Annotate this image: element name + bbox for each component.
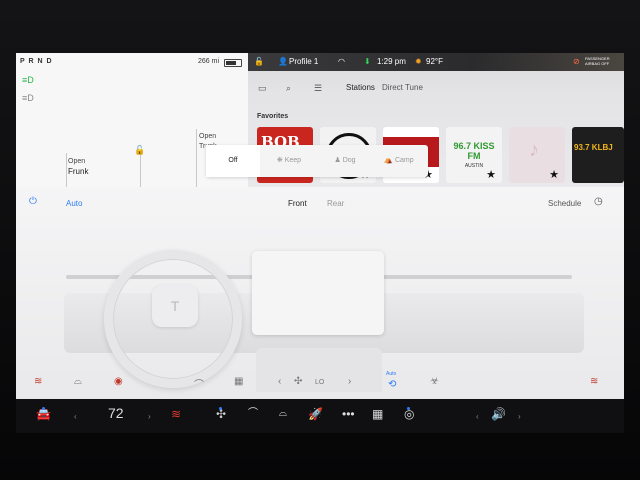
driver-seat-heater-icon[interactable]: ≋	[34, 376, 42, 387]
recirculate-icon[interactable]: ⟲	[388, 379, 396, 390]
station-name: 93.7 KLBJ	[574, 143, 613, 152]
gear-indicator: P R N D	[20, 58, 53, 65]
headlight-icon[interactable]: ≡D	[22, 75, 34, 85]
tab-rear[interactable]: Rear	[327, 199, 344, 208]
cabin-temperature[interactable]: 72	[108, 406, 124, 420]
mode-off-button[interactable]: Off	[206, 145, 260, 177]
fan-speed: LO	[315, 379, 325, 386]
queue-icon[interactable]: ☰	[314, 83, 322, 94]
music-note-icon: ♪	[529, 139, 539, 161]
status-bar: 🔓 👤 Profile 1 ◠ ⬇ 1:29 pm ✹ 92°F ⊘ PASSE…	[248, 53, 624, 71]
temp-down-icon[interactable]: ‹	[74, 410, 77, 424]
lock-guide-line	[140, 153, 141, 187]
fan-icon: ❋	[276, 157, 285, 164]
station-name: 96.7 KISS FM	[453, 141, 495, 161]
camp-icon: ⛺	[384, 157, 395, 164]
volume-up-icon[interactable]: ›	[518, 410, 521, 424]
calendar-icon[interactable]: ▦	[372, 407, 383, 421]
mode-keep-label: Keep	[284, 157, 302, 164]
more-icon[interactable]: •••	[342, 407, 355, 421]
mode-dog-label: Dog	[342, 157, 356, 164]
unlock-icon[interactable]: 🔓	[134, 145, 145, 156]
rocket-icon[interactable]: 🚀	[308, 407, 323, 421]
tab-direct-tune[interactable]: Direct Tune	[382, 83, 423, 92]
airflow-icon[interactable]: ▦	[234, 376, 243, 387]
fan-up-arrow-icon[interactable]: ›	[348, 376, 351, 387]
dog-icon: ♟	[334, 157, 343, 164]
sun-icon: ✹	[415, 57, 422, 66]
lock-status-icon[interactable]: 🔓	[254, 57, 264, 66]
ac-auto-label: Auto	[386, 371, 397, 377]
station-tile[interactable]: 93.7 KLBJ	[572, 127, 624, 183]
favorite-star-icon[interactable]: ★	[486, 170, 496, 181]
outside-temperature: 92°F	[426, 57, 443, 66]
profile-name[interactable]: Profile 1	[289, 57, 318, 66]
fan-icon: ✣	[294, 376, 303, 387]
steering-heater-icon[interactable]: ◉	[114, 376, 123, 387]
clock: 1:29 pm	[377, 57, 406, 66]
dash-vent	[382, 275, 572, 279]
cabin-mode-selector: Off ❋ Keep ♟ Dog ⛺ Camp	[206, 145, 428, 177]
mode-camp-label: Camp	[394, 157, 414, 164]
tab-front[interactable]: Front	[288, 199, 307, 208]
volume-icon[interactable]: 🔊	[491, 407, 506, 421]
center-display-illustration	[252, 251, 384, 335]
fan-down-arrow-icon[interactable]: ‹	[278, 376, 281, 387]
airbag-status: PASSENGER AIRBAG OFF	[585, 56, 610, 66]
power-icon[interactable]: ⏻	[29, 196, 37, 207]
trunk-guide-line	[196, 129, 197, 187]
station-tile[interactable]: ♪ ★	[509, 127, 565, 183]
mode-keep-button[interactable]: ❋ Keep	[262, 145, 316, 177]
search-icon[interactable]: ⌕	[286, 83, 291, 94]
bottom-dock: 🚘 ‹ 72 › ≋ ✣ ⌒ ⌓ 🚀 ••• ▦ ◎ 🔊 ‹ ›	[16, 399, 624, 433]
mode-camp-button[interactable]: ⛺ Camp	[372, 145, 426, 177]
front-defrost-icon[interactable]: ⌒	[248, 407, 258, 421]
frunk-guide-line	[66, 153, 67, 187]
wifi-icon[interactable]: ◠	[338, 57, 345, 66]
battery-range: 266 mi	[198, 58, 220, 65]
climate-auto[interactable]: Auto	[66, 199, 82, 208]
favorite-star-icon[interactable]: ★	[549, 170, 559, 181]
favorites-heading: Favorites	[257, 113, 289, 120]
front-defrost-icon[interactable]: ⌒	[194, 376, 204, 391]
steering-hub: T	[152, 285, 198, 327]
mode-dog-button[interactable]: ♟ Dog	[318, 145, 372, 177]
airbag-icon: ⊘	[573, 57, 580, 66]
open-frunk-button[interactable]: Open Frunk	[68, 157, 88, 178]
tab-stations[interactable]: Stations	[346, 83, 375, 92]
volume-down-icon[interactable]: ‹	[476, 410, 479, 424]
frunk-label-top: Open	[68, 158, 86, 165]
schedule-button[interactable]: Schedule	[548, 199, 581, 208]
media-source-icon[interactable]: ▭	[258, 83, 267, 94]
trunk-label-top: Open	[199, 133, 217, 140]
seat-heater-icon[interactable]: ≋	[171, 407, 181, 421]
rear-defrost-icon[interactable]: ⌓	[279, 407, 287, 421]
battery-icon	[224, 59, 242, 67]
profile-icon[interactable]: 👤	[278, 57, 288, 66]
station-tile[interactable]: 96.7 KISS FM AUSTIN ★	[446, 127, 502, 183]
temp-up-icon[interactable]: ›	[148, 410, 151, 424]
active-indicator	[407, 407, 410, 410]
airbag-status-line2: AIRBAG OFF	[585, 61, 610, 66]
download-icon[interactable]: ⬇	[364, 57, 371, 66]
touchscreen: P R N D 266 mi ≡D ≡D Open Frunk Open Tru…	[16, 53, 624, 399]
fog-light-icon[interactable]: ≡D	[22, 93, 34, 103]
frunk-label: Frunk	[68, 167, 89, 176]
active-indicator	[219, 407, 222, 410]
passenger-seat-heater-icon[interactable]: ≋	[590, 376, 598, 387]
clock-icon[interactable]: ◷	[594, 196, 603, 207]
active-indicator	[42, 407, 45, 410]
rear-defrost-icon[interactable]: ⌓	[74, 376, 82, 387]
bioweapon-icon[interactable]: ☣	[430, 376, 439, 387]
